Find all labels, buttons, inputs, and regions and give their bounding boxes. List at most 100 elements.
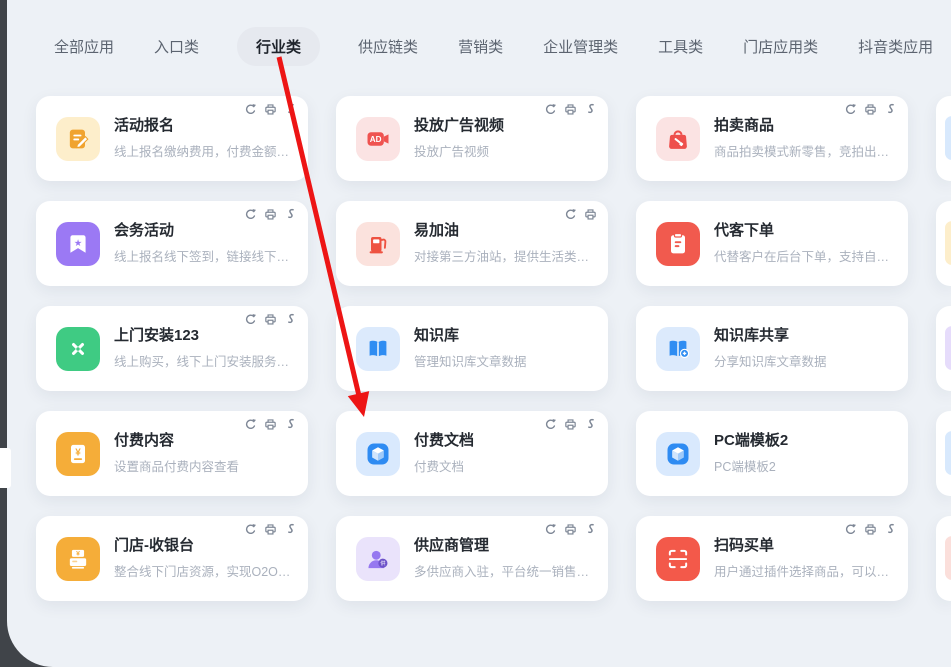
tab-label: 营销类 bbox=[458, 39, 503, 56]
refresh-icon[interactable] bbox=[244, 418, 257, 431]
doc-yen-icon: ¥ bbox=[56, 432, 100, 476]
refresh-icon[interactable] bbox=[544, 103, 557, 116]
link-icon[interactable] bbox=[584, 103, 597, 116]
refresh-icon[interactable] bbox=[564, 208, 577, 221]
book-share-icon bbox=[656, 327, 700, 371]
app-description: 管理知识库文章数据 bbox=[414, 351, 598, 370]
printer-icon[interactable] bbox=[564, 418, 577, 431]
app-title: 拍卖商品 bbox=[714, 117, 898, 136]
printer-icon[interactable] bbox=[564, 523, 577, 536]
card-action-bar bbox=[844, 523, 897, 536]
app-card-partial[interactable] bbox=[936, 201, 951, 286]
link-icon[interactable] bbox=[884, 523, 897, 536]
card-action-bar bbox=[244, 313, 297, 326]
app-card-partial[interactable] bbox=[936, 411, 951, 496]
app-card-partial[interactable] bbox=[936, 96, 951, 181]
link-icon[interactable] bbox=[884, 103, 897, 116]
app-description: 设置商品付费内容查看 bbox=[114, 456, 298, 475]
link-icon[interactable] bbox=[284, 103, 297, 116]
app-title: PC端模板2 bbox=[714, 432, 898, 451]
link-icon[interactable] bbox=[584, 418, 597, 431]
link-icon[interactable] bbox=[284, 313, 297, 326]
tab-6[interactable]: 企业管理类 bbox=[541, 27, 620, 66]
app-title: 供应商管理 bbox=[414, 537, 598, 556]
app-card[interactable]: 付费文档 付费文档 bbox=[336, 411, 608, 496]
tab-label: 入口类 bbox=[154, 39, 199, 56]
app-card[interactable]: 代客下单 代替客户在后台下单，支持自营，... bbox=[636, 201, 908, 286]
printer-icon[interactable] bbox=[564, 103, 577, 116]
refresh-icon[interactable] bbox=[544, 418, 557, 431]
app-card[interactable]: ¥ 门店-收银台 整合线下门店资源，实现O2O异业... bbox=[36, 516, 308, 601]
tab-7[interactable]: 工具类 bbox=[656, 27, 705, 66]
refresh-icon[interactable] bbox=[244, 208, 257, 221]
app-card[interactable]: 活动报名 线上报名缴纳费用，付费金额营销... bbox=[36, 96, 308, 181]
app-description: 分享知识库文章数据 bbox=[714, 351, 898, 370]
tab-label: 抖音类应用 bbox=[858, 39, 933, 56]
app-card[interactable]: 知识库 管理知识库文章数据 bbox=[336, 306, 608, 391]
ad-video-icon: AD bbox=[356, 117, 400, 161]
printer-icon[interactable] bbox=[584, 208, 597, 221]
refresh-icon[interactable] bbox=[844, 523, 857, 536]
sidebar-notch[interactable] bbox=[0, 448, 11, 488]
printer-icon[interactable] bbox=[264, 523, 277, 536]
refresh-icon[interactable] bbox=[844, 103, 857, 116]
card-action-bar bbox=[244, 523, 297, 536]
auction-bag-icon bbox=[656, 117, 700, 161]
tab-1[interactable]: 全部应用 bbox=[52, 27, 116, 66]
app-card-partial[interactable] bbox=[936, 306, 951, 391]
tab-5[interactable]: 营销类 bbox=[456, 27, 505, 66]
app-card[interactable]: 供 供应商管理 多供应商入驻，平台统一销售，商... bbox=[336, 516, 608, 601]
app-description: PC端模板2 bbox=[714, 456, 898, 475]
printer-icon[interactable] bbox=[264, 313, 277, 326]
app-icon bbox=[945, 221, 951, 265]
tab-label: 供应链类 bbox=[358, 39, 418, 56]
refresh-icon[interactable] bbox=[244, 103, 257, 116]
app-icon bbox=[945, 431, 951, 475]
app-description: 投放广告视频 bbox=[414, 141, 598, 160]
cube-icon bbox=[356, 432, 400, 476]
tab-9[interactable]: 抖音类应用 bbox=[856, 27, 935, 66]
app-card-partial[interactable] bbox=[936, 516, 951, 601]
supplier-person-icon: 供 bbox=[356, 537, 400, 581]
tab-4[interactable]: 供应链类 bbox=[356, 27, 420, 66]
refresh-icon[interactable] bbox=[244, 523, 257, 536]
cash-register-icon: ¥ bbox=[56, 537, 100, 581]
card-action-bar bbox=[564, 208, 597, 221]
app-card[interactable]: ★ 会务活动 线上报名线下签到，链接线下活动。 bbox=[36, 201, 308, 286]
app-card[interactable]: 拍卖商品 商品拍卖模式新零售，竞拍出价得... bbox=[636, 96, 908, 181]
app-title: 门店-收银台 bbox=[114, 537, 298, 556]
app-title: 扫码买单 bbox=[714, 537, 898, 556]
tab-2[interactable]: 入口类 bbox=[152, 27, 201, 66]
svg-text:¥: ¥ bbox=[76, 550, 80, 557]
link-icon[interactable] bbox=[584, 523, 597, 536]
app-card[interactable]: 上门安装123 线上购买，线下上门安装服务，核... bbox=[36, 306, 308, 391]
app-title: 付费内容 bbox=[114, 432, 298, 451]
printer-icon[interactable] bbox=[264, 103, 277, 116]
scan-code-icon bbox=[656, 537, 700, 581]
fuel-pump-icon bbox=[356, 222, 400, 266]
app-card[interactable]: 易加油 对接第三方油站，提供生活类服务。 bbox=[336, 201, 608, 286]
app-card[interactable]: 扫码买单 用户通过插件选择商品，可以直接... bbox=[636, 516, 908, 601]
app-title: 投放广告视频 bbox=[414, 117, 598, 136]
link-icon[interactable] bbox=[284, 523, 297, 536]
card-action-bar bbox=[244, 418, 297, 431]
app-card[interactable]: PC端模板2 PC端模板2 bbox=[636, 411, 908, 496]
tab-label: 全部应用 bbox=[54, 39, 114, 56]
refresh-icon[interactable] bbox=[544, 523, 557, 536]
printer-icon[interactable] bbox=[264, 208, 277, 221]
refresh-icon[interactable] bbox=[244, 313, 257, 326]
link-icon[interactable] bbox=[284, 208, 297, 221]
cube-icon bbox=[656, 432, 700, 476]
printer-icon[interactable] bbox=[864, 523, 877, 536]
link-icon[interactable] bbox=[284, 418, 297, 431]
printer-icon[interactable] bbox=[864, 103, 877, 116]
tab-3[interactable]: 行业类 bbox=[237, 27, 320, 66]
app-title: 活动报名 bbox=[114, 117, 298, 136]
tab-8[interactable]: 门店应用类 bbox=[741, 27, 820, 66]
open-book-icon bbox=[356, 327, 400, 371]
app-card[interactable]: AD 投放广告视频 投放广告视频 bbox=[336, 96, 608, 181]
app-card[interactable]: 知识库共享 分享知识库文章数据 bbox=[636, 306, 908, 391]
printer-icon[interactable] bbox=[264, 418, 277, 431]
app-card[interactable]: ¥ 付费内容 设置商品付费内容查看 bbox=[36, 411, 308, 496]
app-description: 对接第三方油站，提供生活类服务。 bbox=[414, 246, 598, 265]
